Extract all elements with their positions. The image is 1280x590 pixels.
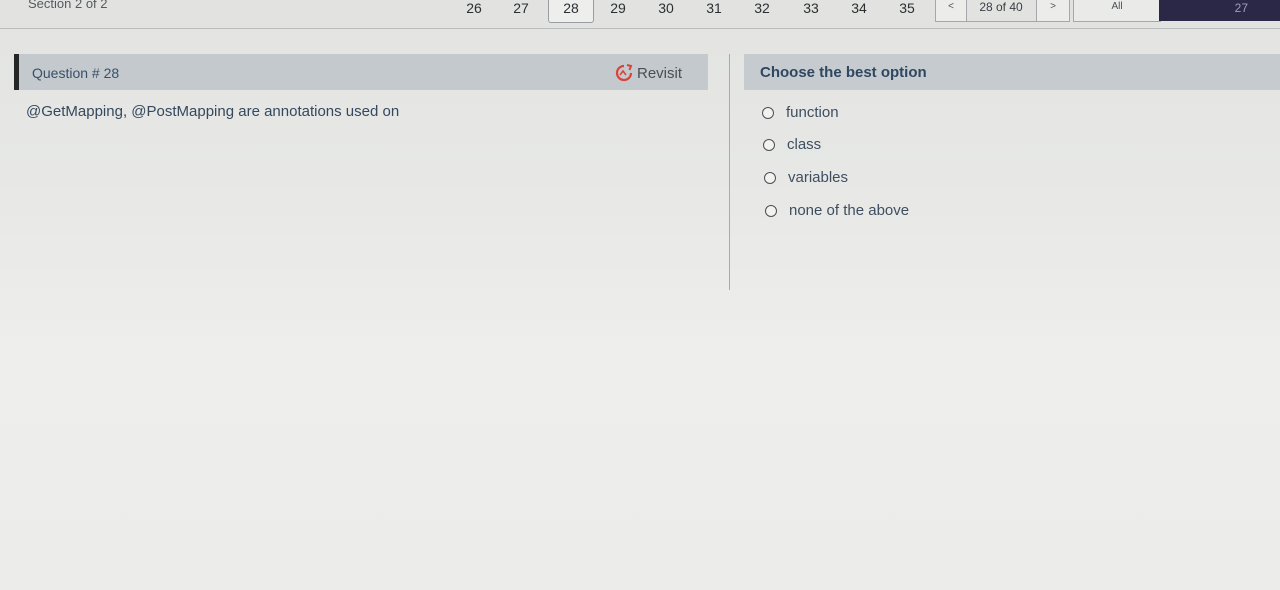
option-class[interactable]: class bbox=[763, 136, 821, 153]
question-number-30[interactable]: 30 bbox=[644, 0, 688, 22]
panel-divider bbox=[729, 54, 730, 290]
question-number-32[interactable]: 32 bbox=[740, 0, 784, 22]
section-label: Section 2 of 2 bbox=[28, 0, 108, 11]
option-label: none of the above bbox=[789, 202, 910, 219]
next-page-button[interactable]: > bbox=[1036, 0, 1070, 22]
options-header: Choose the best option bbox=[744, 54, 1280, 90]
question-navigation-bar: Section 2 of 2 26 27 28 29 30 31 32 33 3… bbox=[0, 0, 1280, 29]
option-label: function bbox=[786, 104, 839, 121]
option-label: variables bbox=[788, 169, 849, 186]
question-number-29[interactable]: 29 bbox=[596, 0, 640, 22]
question-title: Question # 28 bbox=[32, 65, 120, 81]
timer-display: 27 bbox=[1159, 0, 1280, 21]
radio-button[interactable] bbox=[764, 171, 776, 184]
revisit-icon bbox=[615, 64, 633, 82]
question-number-35[interactable]: 35 bbox=[885, 0, 929, 22]
option-variables[interactable]: variables bbox=[764, 169, 848, 186]
question-number-26[interactable]: 26 bbox=[452, 0, 496, 22]
revisit-button[interactable]: Revisit bbox=[614, 63, 682, 83]
radio-button[interactable] bbox=[763, 138, 775, 151]
radio-button[interactable] bbox=[765, 204, 777, 217]
options-title: Choose the best option bbox=[760, 64, 927, 81]
previous-page-button[interactable]: < bbox=[935, 0, 967, 22]
show-all-button[interactable]: All bbox=[1073, 0, 1161, 22]
revisit-label: Revisit bbox=[636, 64, 682, 82]
question-number-28[interactable]: 28 bbox=[548, 0, 594, 23]
question-number-31[interactable]: 31 bbox=[692, 0, 736, 22]
question-text: @GetMapping, @PostMapping are annotation… bbox=[26, 103, 400, 120]
page-status: 28 of 40 bbox=[966, 0, 1036, 22]
option-function[interactable]: function bbox=[762, 104, 839, 121]
question-number-34[interactable]: 34 bbox=[837, 0, 881, 22]
question-number-33[interactable]: 33 bbox=[789, 0, 833, 22]
question-header: Question # 28 Revisit bbox=[14, 54, 708, 90]
option-none-of-the-above[interactable]: none of the above bbox=[765, 202, 909, 219]
question-number-27[interactable]: 27 bbox=[499, 0, 543, 22]
option-label: class bbox=[787, 136, 822, 153]
exam-page: Section 2 of 2 26 27 28 29 30 31 32 33 3… bbox=[0, 0, 1280, 590]
radio-button[interactable] bbox=[762, 106, 774, 119]
